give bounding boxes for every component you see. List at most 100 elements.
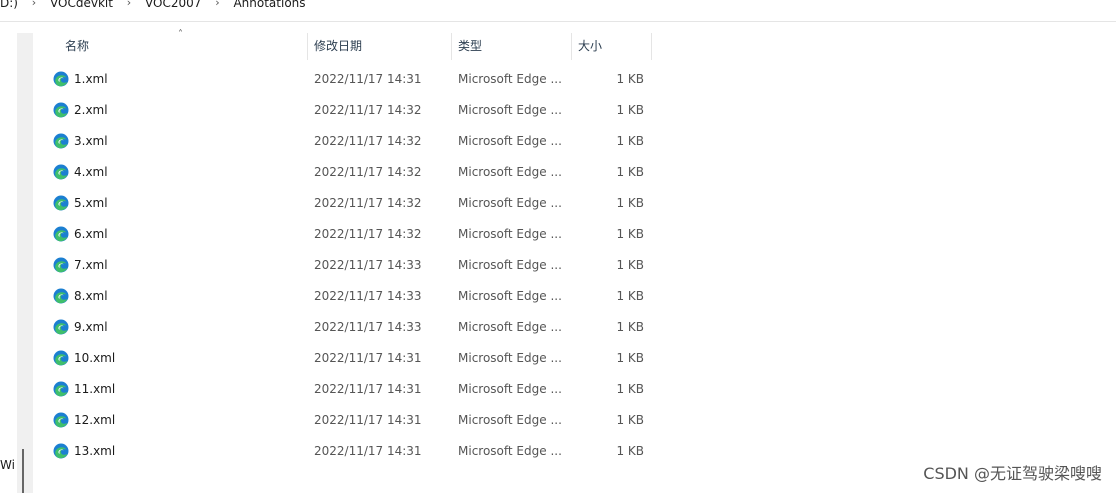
file-size: 1 KB	[616, 196, 644, 210]
file-row[interactable]: 5.xml 2022/11/17 14:32 Microsoft Edge ... 1…	[45, 188, 655, 219]
breadcrumb-item-vocdevkit[interactable]: VOCdevkit	[50, 0, 113, 10]
file-size: 1 KB	[616, 258, 644, 272]
file-type: Microsoft Edge ...	[458, 351, 562, 365]
file-modified-date: 2022/11/17 14:33	[314, 289, 422, 303]
file-type: Microsoft Edge ...	[458, 103, 562, 117]
file-modified-date: 2022/11/17 14:33	[314, 320, 422, 334]
file-name[interactable]: 10.xml	[74, 343, 115, 374]
file-name[interactable]: 13.xml	[74, 436, 115, 467]
breadcrumb-item-voc2007[interactable]: VOC2007	[145, 0, 201, 10]
column-divider[interactable]	[651, 33, 652, 60]
file-modified-date: 2022/11/17 14:32	[314, 227, 422, 241]
file-size: 1 KB	[616, 227, 644, 241]
file-row[interactable]: 13.xml 2022/11/17 14:31 Microsoft Edge ...…	[45, 436, 655, 467]
file-size: 1 KB	[616, 103, 644, 117]
file-row[interactable]: 10.xml 2022/11/17 14:31 Microsoft Edge ...…	[45, 343, 655, 374]
edge-xml-file-icon	[53, 226, 69, 242]
file-size: 1 KB	[616, 72, 644, 86]
file-modified-date: 2022/11/17 14:31	[314, 413, 422, 427]
file-row[interactable]: 2.xml 2022/11/17 14:32 Microsoft Edge ... 1…	[45, 95, 655, 126]
edge-xml-file-icon	[53, 133, 69, 149]
file-size: 1 KB	[616, 351, 644, 365]
file-modified-date: 2022/11/17 14:31	[314, 72, 422, 86]
column-divider[interactable]	[451, 33, 452, 60]
file-type: Microsoft Edge ...	[458, 134, 562, 148]
file-modified-date: 2022/11/17 14:32	[314, 196, 422, 210]
breadcrumb-item-drive[interactable]: D:)	[0, 0, 18, 10]
file-size: 1 KB	[616, 382, 644, 396]
edge-xml-file-icon	[53, 381, 69, 397]
sort-ascending-icon: ˄	[178, 29, 183, 40]
file-name[interactable]: 7.xml	[74, 250, 108, 281]
edge-xml-file-icon	[53, 257, 69, 273]
file-type: Microsoft Edge ...	[458, 72, 562, 86]
file-row[interactable]: 9.xml 2022/11/17 14:33 Microsoft Edge ... 1…	[45, 312, 655, 343]
file-row[interactable]: 3.xml 2022/11/17 14:32 Microsoft Edge ... 1…	[45, 126, 655, 157]
file-modified-date: 2022/11/17 14:32	[314, 134, 422, 148]
file-type: Microsoft Edge ...	[458, 382, 562, 396]
file-type: Microsoft Edge ...	[458, 227, 562, 241]
toolbar-divider	[0, 21, 1116, 22]
file-type: Microsoft Edge ...	[458, 444, 562, 458]
file-row[interactable]: 12.xml 2022/11/17 14:31 Microsoft Edge ...…	[45, 405, 655, 436]
file-size: 1 KB	[616, 289, 644, 303]
file-name[interactable]: 12.xml	[74, 405, 115, 436]
column-header-size[interactable]: 大小	[578, 33, 602, 60]
chevron-right-icon: ›	[126, 0, 132, 9]
file-size: 1 KB	[616, 444, 644, 458]
column-header-type[interactable]: 类型	[458, 33, 482, 60]
file-name[interactable]: 3.xml	[74, 126, 108, 157]
chevron-right-icon: ›	[215, 0, 220, 9]
nav-pane-scrollbar[interactable]	[22, 449, 24, 493]
edge-xml-file-icon	[53, 288, 69, 304]
file-row[interactable]: 4.xml 2022/11/17 14:32 Microsoft Edge ... 1…	[45, 157, 655, 188]
edge-xml-file-icon	[53, 412, 69, 428]
file-row[interactable]: 7.xml 2022/11/17 14:33 Microsoft Edge ... 1…	[45, 250, 655, 281]
file-name[interactable]: 8.xml	[74, 281, 108, 312]
breadcrumb: D:) › VOCdevkit › VOC2007 › Annotations	[0, 0, 1116, 12]
file-modified-date: 2022/11/17 14:31	[314, 444, 422, 458]
file-row[interactable]: 8.xml 2022/11/17 14:33 Microsoft Edge ... 1…	[45, 281, 655, 312]
file-name[interactable]: 1.xml	[74, 64, 108, 95]
breadcrumb-item-annotations[interactable]: Annotations	[233, 0, 305, 10]
edge-xml-file-icon	[53, 195, 69, 211]
file-modified-date: 2022/11/17 14:32	[314, 103, 422, 117]
file-type: Microsoft Edge ...	[458, 196, 562, 210]
column-divider[interactable]	[571, 33, 572, 60]
file-modified-date: 2022/11/17 14:32	[314, 165, 422, 179]
file-name[interactable]: 6.xml	[74, 219, 108, 250]
file-row[interactable]: 6.xml 2022/11/17 14:32 Microsoft Edge ... 1…	[45, 219, 655, 250]
column-divider[interactable]	[307, 33, 308, 60]
file-size: 1 KB	[616, 165, 644, 179]
edge-xml-file-icon	[53, 350, 69, 366]
file-size: 1 KB	[616, 134, 644, 148]
file-modified-date: 2022/11/17 14:31	[314, 382, 422, 396]
file-type: Microsoft Edge ...	[458, 320, 562, 334]
file-name[interactable]: 11.xml	[74, 374, 115, 405]
file-name[interactable]: 5.xml	[74, 188, 108, 219]
file-modified-date: 2022/11/17 14:33	[314, 258, 422, 272]
file-type: Microsoft Edge ...	[458, 165, 562, 179]
watermark-text: CSDN @无证驾驶梁嗖嗖	[923, 464, 1102, 483]
file-name[interactable]: 9.xml	[74, 312, 108, 343]
file-row[interactable]: 1.xml 2022/11/17 14:31 Microsoft Edge ... 1…	[45, 64, 655, 95]
file-size: 1 KB	[616, 413, 644, 427]
file-type: Microsoft Edge ...	[458, 258, 562, 272]
column-header-modified[interactable]: 修改日期	[314, 33, 362, 60]
edge-xml-file-icon	[53, 164, 69, 180]
file-type: Microsoft Edge ...	[458, 413, 562, 427]
file-row[interactable]: 11.xml 2022/11/17 14:31 Microsoft Edge ...…	[45, 374, 655, 405]
file-modified-date: 2022/11/17 14:31	[314, 351, 422, 365]
file-name[interactable]: 4.xml	[74, 157, 108, 188]
edge-xml-file-icon	[53, 319, 69, 335]
chevron-right-icon: ›	[31, 0, 37, 9]
navigation-pane[interactable]	[17, 33, 33, 493]
file-size: 1 KB	[616, 320, 644, 334]
file-name[interactable]: 2.xml	[74, 95, 108, 126]
nav-pane-item-label[interactable]: Wi	[0, 458, 16, 472]
edge-xml-file-icon	[53, 443, 69, 459]
edge-xml-file-icon	[53, 71, 69, 87]
edge-xml-file-icon	[53, 102, 69, 118]
file-type: Microsoft Edge ...	[458, 289, 562, 303]
column-header-name[interactable]: 名称	[65, 33, 89, 60]
